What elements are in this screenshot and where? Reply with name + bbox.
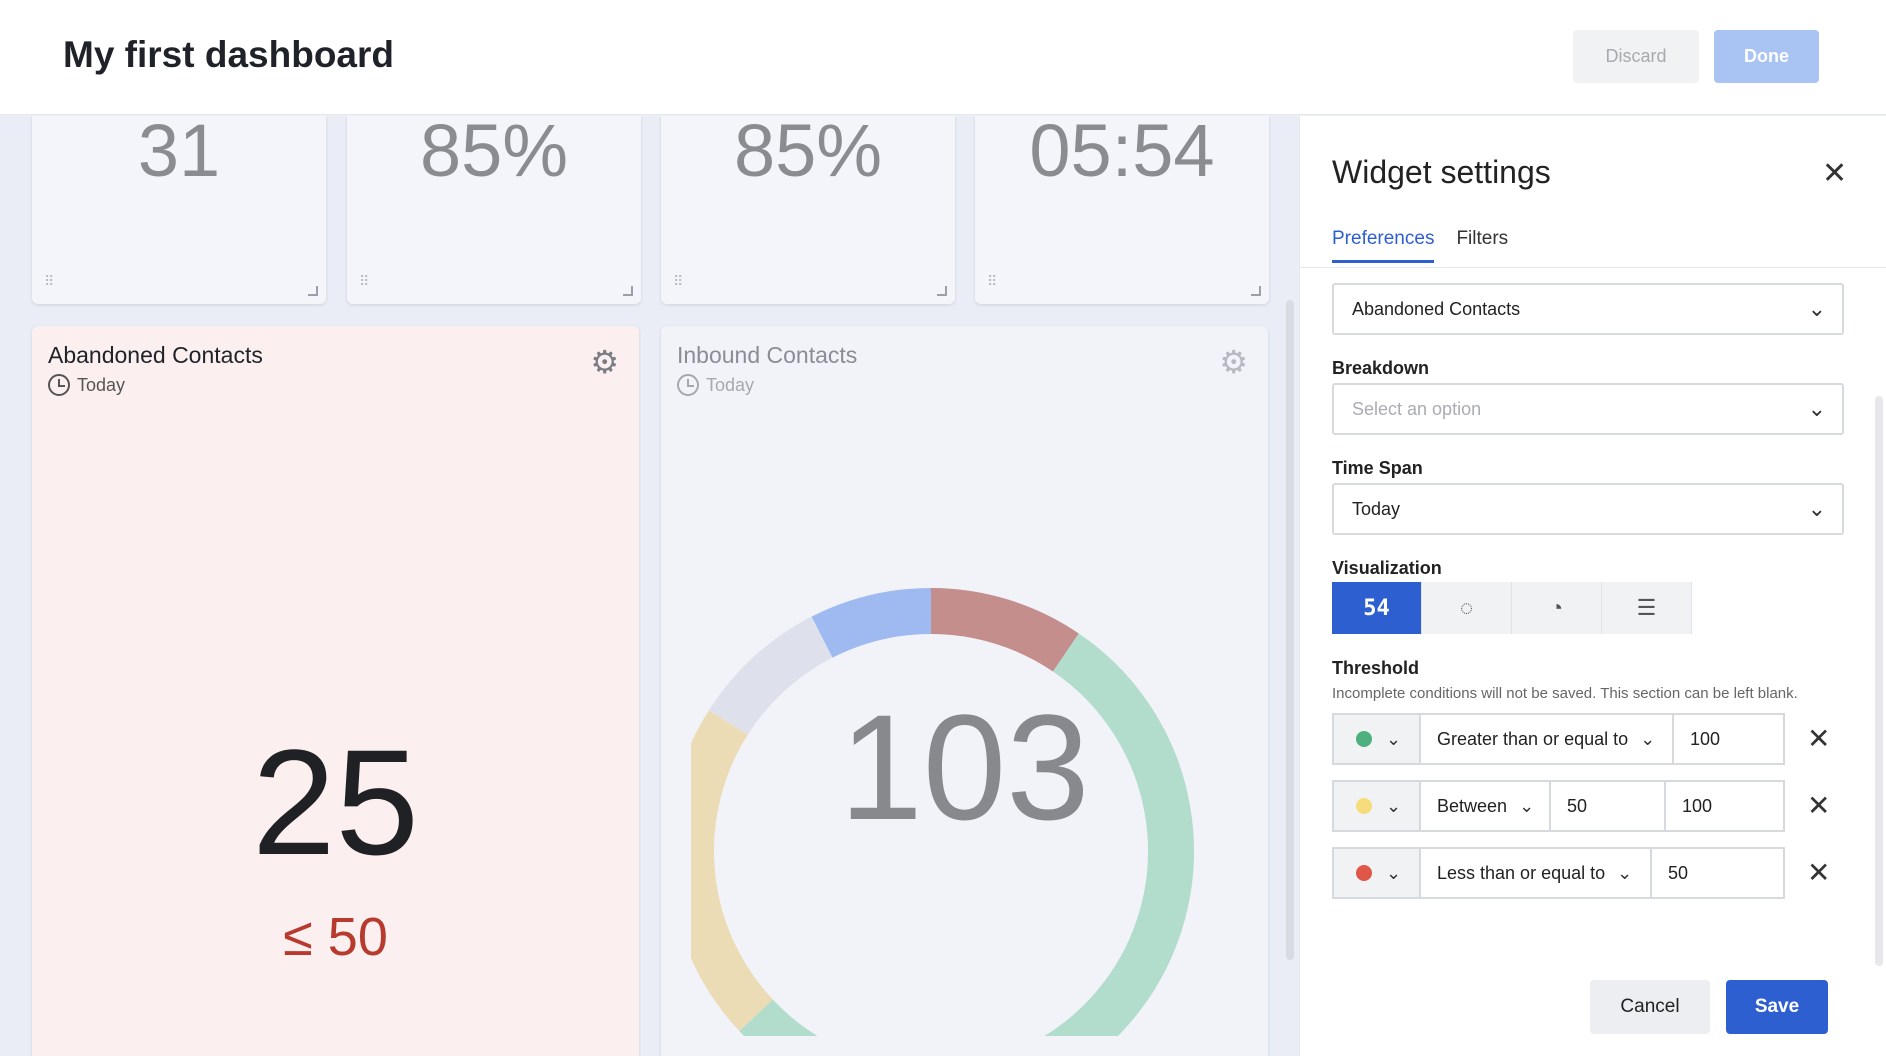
drag-handle-icon[interactable]: ⠿ <box>987 273 997 290</box>
operator-label: Less than or equal to <box>1437 862 1606 883</box>
threshold-value-input[interactable]: 100 <box>1672 713 1785 765</box>
list-viz-icon[interactable]: ☰ <box>1602 582 1692 634</box>
threshold-max-input[interactable]: 100 <box>1664 780 1785 832</box>
threshold-row: ⌄ Greater than or equal to ⌄ 100 <box>1332 713 1785 765</box>
chevron-down-icon: ⌄ <box>1386 862 1402 883</box>
threshold-color-picker[interactable]: ⌄ <box>1332 780 1421 832</box>
gear-icon[interactable]: ⚙ <box>590 346 619 378</box>
remove-threshold-icon[interactable]: ✕ <box>1807 789 1830 822</box>
threshold-color-picker[interactable]: ⌄ <box>1332 713 1421 765</box>
widget-settings-panel: Widget settings ✕ Preferences Filters Ab… <box>1299 116 1886 1056</box>
chevron-down-icon: ⌄ <box>1807 496 1826 521</box>
threshold-operator-select[interactable]: Between ⌄ <box>1419 780 1551 832</box>
timespan-label: Today <box>706 374 755 395</box>
timespan-select[interactable]: Today ⌄ <box>1332 483 1844 535</box>
chevron-down-icon: ⌄ <box>1386 795 1402 816</box>
remove-threshold-icon[interactable]: ✕ <box>1807 856 1830 889</box>
kpi-widget[interactable]: 85% ⠿ <box>661 116 955 304</box>
threshold-indicator: ≤ 50 <box>283 907 388 967</box>
tab-preferences[interactable]: Preferences <box>1332 228 1435 263</box>
page-title: My first dashboard <box>63 34 394 75</box>
donut-slice-0[interactable] <box>930 588 1079 672</box>
donut-slice-4[interactable] <box>811 588 932 658</box>
clock-icon <box>677 374 699 396</box>
metric-value: 25 <box>252 718 419 886</box>
donut-center-value: 103 <box>839 683 1090 851</box>
chevron-down-icon: ⌄ <box>1807 296 1826 321</box>
chevron-down-icon: ⌄ <box>1640 728 1656 749</box>
remove-threshold-icon[interactable]: ✕ <box>1807 722 1830 755</box>
panel-title: Widget settings <box>1332 154 1551 190</box>
widget-title: Abandoned Contacts <box>48 342 263 368</box>
done-button[interactable]: Done <box>1714 30 1819 83</box>
abandoned-contacts-widget[interactable]: Abandoned Contacts Today ⚙ 25 ≤ 50 <box>32 326 639 1056</box>
cancel-button[interactable]: Cancel <box>1590 980 1710 1034</box>
timespan-label: Today <box>77 374 126 395</box>
kpi-value: 31 <box>137 116 221 192</box>
kpi-value: 85% <box>733 116 883 192</box>
tab-filters[interactable]: Filters <box>1456 228 1508 263</box>
color-dot <box>1356 798 1372 814</box>
resize-handle-icon[interactable] <box>308 286 318 296</box>
top-bar: My first dashboard Discard Done <box>0 0 1886 115</box>
color-dot <box>1356 731 1372 747</box>
timespan-select-value: Today <box>1352 498 1401 519</box>
inbound-contacts-widget[interactable]: Inbound Contacts Today ⚙ 103 <box>661 326 1268 1056</box>
threshold-operator-select[interactable]: Greater than or equal to ⌄ <box>1419 713 1674 765</box>
panel-scrollbar[interactable] <box>1875 396 1883 966</box>
color-dot <box>1356 865 1372 881</box>
close-icon[interactable]: ✕ <box>1822 156 1847 191</box>
chevron-down-icon: ⌄ <box>1807 396 1826 421</box>
metric-select-value: Abandoned Contacts <box>1352 298 1521 319</box>
gauge-viz-icon[interactable]: ◔ <box>1512 582 1602 634</box>
dashboard-canvas: 31 ⠿ 85% ⠿ 85% ⠿ 05:54 ⠿ Abandoned Conta… <box>0 116 1298 1056</box>
donut-viz-icon[interactable]: ◌ <box>1422 582 1512 634</box>
breakdown-placeholder: Select an option <box>1352 398 1482 419</box>
timespan-label: Time Span <box>1332 458 1423 478</box>
operator-label: Between <box>1437 795 1508 816</box>
metric-select[interactable]: Abandoned Contacts ⌄ <box>1332 283 1844 335</box>
kpi-widget[interactable]: 85% ⠿ <box>347 116 641 304</box>
threshold-hint: Incomplete conditions will not be saved.… <box>1332 685 1798 702</box>
clock-icon <box>48 374 70 396</box>
widget-timespan: Today <box>677 374 754 396</box>
settings-tabs: Preferences Filters <box>1332 228 1508 263</box>
kpi-widget[interactable]: 31 ⠿ <box>32 116 326 304</box>
discard-button[interactable]: Discard <box>1573 30 1699 83</box>
resize-handle-icon[interactable] <box>623 286 633 296</box>
chevron-down-icon: ⌄ <box>1519 795 1535 816</box>
drag-handle-icon[interactable]: ⠿ <box>673 273 683 290</box>
kpi-widget[interactable]: 05:54 ⠿ <box>975 116 1269 304</box>
threshold-row: ⌄ Between ⌄ 50 100 <box>1332 780 1785 832</box>
threshold-min-input[interactable]: 50 <box>1549 780 1666 832</box>
widget-title: Inbound Contacts <box>677 342 858 368</box>
operator-label: Greater than or equal to <box>1437 728 1629 749</box>
kpi-value: 85% <box>419 116 569 192</box>
number-viz-button[interactable]: 54 <box>1332 582 1422 634</box>
visualization-options: 54 ◌ ◔ ☰ <box>1332 582 1692 634</box>
resize-handle-icon[interactable] <box>937 286 947 296</box>
threshold-value-input[interactable]: 50 <box>1650 847 1785 899</box>
threshold-row: ⌄ Less than or equal to ⌄ 50 <box>1332 847 1785 899</box>
resize-handle-icon[interactable] <box>1251 286 1261 296</box>
kpi-value: 05:54 <box>1029 116 1215 192</box>
breakdown-select[interactable]: Select an option ⌄ <box>1332 383 1844 435</box>
threshold-operator-select[interactable]: Less than or equal to ⌄ <box>1419 847 1652 899</box>
threshold-color-picker[interactable]: ⌄ <box>1332 847 1421 899</box>
tab-divider <box>1300 267 1886 268</box>
drag-handle-icon[interactable]: ⠿ <box>359 273 369 290</box>
chevron-down-icon: ⌄ <box>1386 728 1402 749</box>
canvas-scrollbar[interactable] <box>1286 300 1294 960</box>
gear-icon[interactable]: ⚙ <box>1219 346 1248 378</box>
drag-handle-icon[interactable]: ⠿ <box>44 273 54 290</box>
save-button[interactable]: Save <box>1726 980 1828 1034</box>
widget-timespan: Today <box>48 374 125 396</box>
chevron-down-icon: ⌄ <box>1617 862 1633 883</box>
breakdown-label: Breakdown <box>1332 358 1430 378</box>
threshold-label: Threshold <box>1332 658 1420 678</box>
visualization-label: Visualization <box>1332 558 1442 578</box>
